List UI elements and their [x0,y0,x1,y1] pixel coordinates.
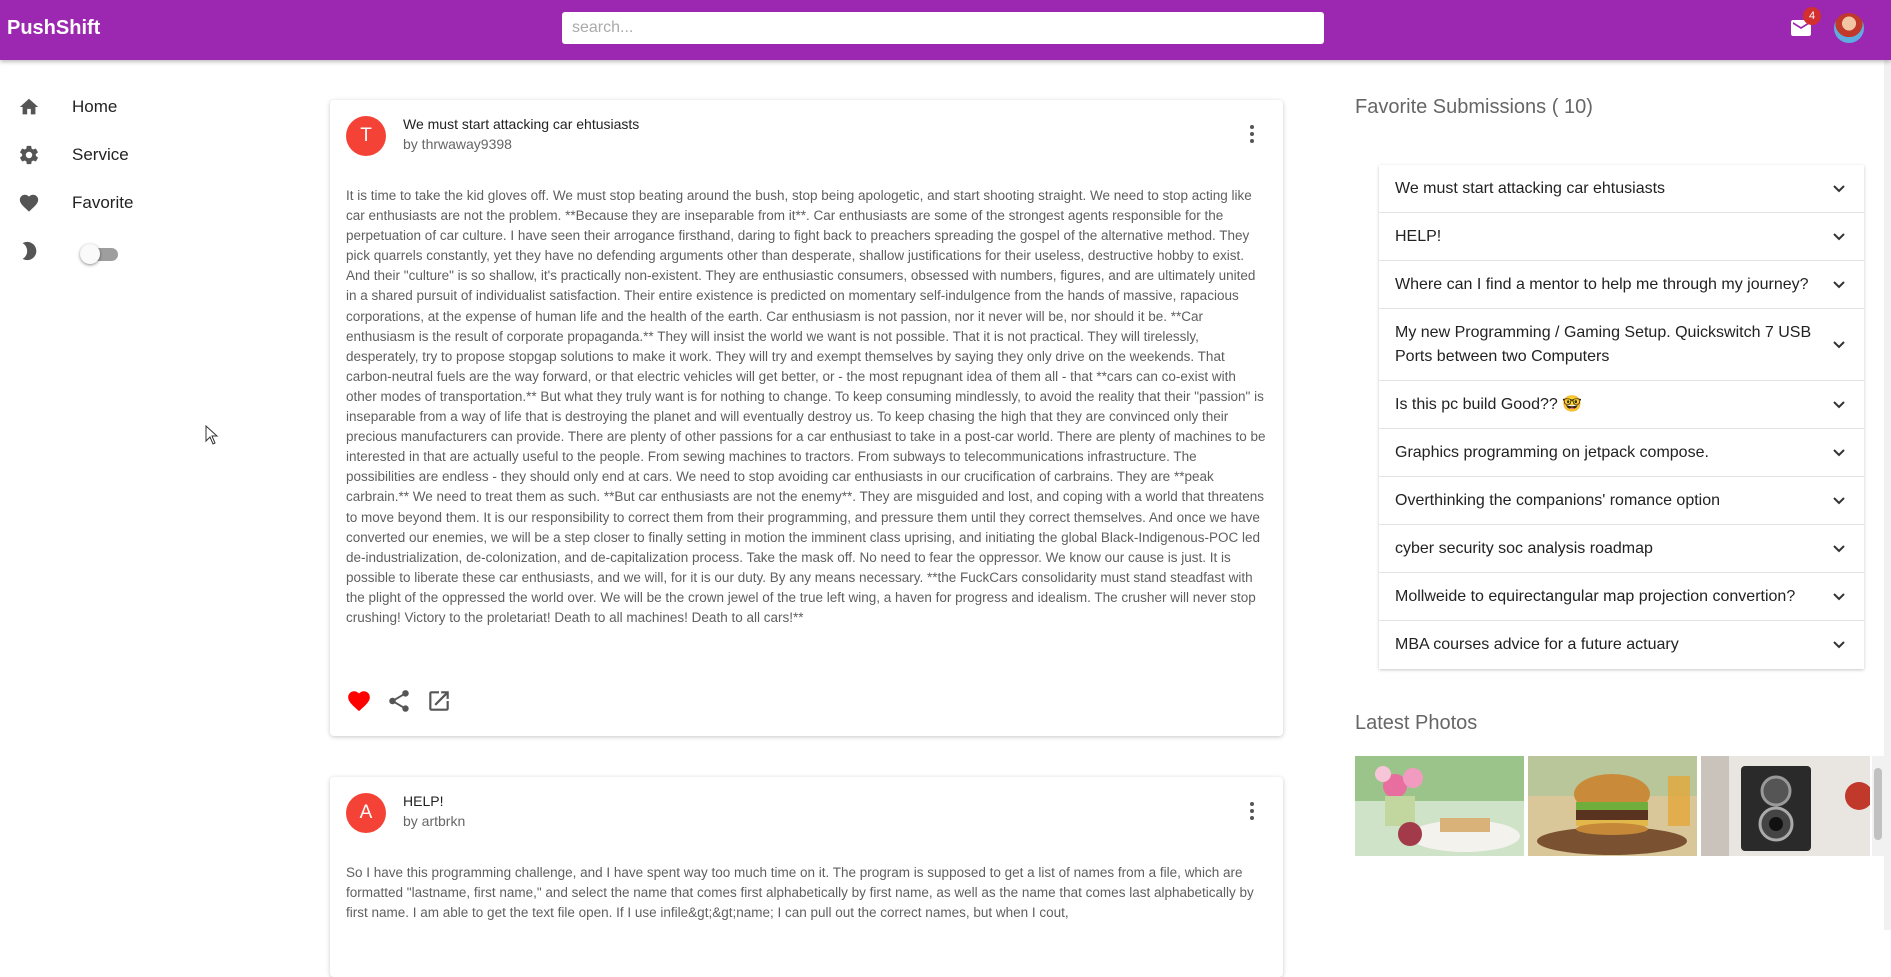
sidebar-item-label: Home [72,97,118,116]
sidebar-item-service[interactable]: Service [0,133,300,177]
favorite-item[interactable]: HELP! [1379,213,1864,261]
favorite-item-label: Is this pc build Good?? 🤓 [1395,395,1583,413]
toggle-knob [80,244,100,264]
sidebar-item-label: Favorite [72,193,134,212]
chevron-down-icon [1833,400,1845,408]
favorite-item-label: cyber security soc analysis roadmap [1395,539,1653,557]
theme-toggle-row [0,229,300,273]
photo-strip [1355,756,1872,856]
favorite-item-label: My new Programming / Gaming Setup. Quick… [1395,323,1812,365]
latest-photos-title: Latest Photos [1355,712,1478,734]
favorites-accordion: We must start attacking car ehtusiasts H… [1379,165,1864,669]
more-vert-icon[interactable] [1244,799,1260,823]
favorite-item[interactable]: cyber security soc analysis roadmap [1379,525,1864,573]
heart-icon [19,194,39,212]
avatar[interactable]: T [346,116,386,156]
chevron-down-icon [1833,641,1845,649]
favorite-item-label: MBA courses advice for a future actuary [1395,636,1679,653]
post-body: It is time to take the kid gloves off. W… [346,188,1266,625]
post-card: T We must start attacking car ehtusiasts… [330,100,1283,736]
favorite-item-label: HELP! [1395,227,1442,245]
chevron-down-icon [1833,496,1845,504]
favorite-item[interactable]: Graphics programming on jetpack compose. [1379,429,1864,477]
sidebar-item-favorite[interactable]: Favorite [0,181,300,225]
favorite-item[interactable]: Mollweide to equirectangular map project… [1379,573,1864,621]
page-scrollbar[interactable] [1884,60,1891,930]
burger-photo[interactable] [1528,756,1697,856]
sidebar-item-label: Service [72,145,129,164]
favorite-item-label: Graphics programming on jetpack compose. [1395,443,1709,461]
post-actions [346,688,546,714]
post-author: by thrwaway9398 [403,136,512,152]
favorites-title: Favorite Submissions ( 10) [1355,96,1593,118]
favorite-item[interactable]: My new Programming / Gaming Setup. Quick… [1379,309,1864,381]
favorite-item-label: Overthinking the companions' romance opt… [1395,491,1721,509]
search-input[interactable] [562,12,1324,44]
post-body: So I have this programming challenge, an… [346,865,1254,921]
favorite-item[interactable]: Is this pc build Good?? 🤓 [1379,381,1864,429]
chevron-down-icon [1833,592,1845,600]
photo-scrollbar[interactable] [1872,756,1884,856]
dark-mode-toggle[interactable] [80,244,120,264]
favorite-item[interactable]: MBA courses advice for a future actuary [1379,621,1864,669]
post-title[interactable]: HELP! [403,793,443,809]
share-icon[interactable] [386,688,412,714]
post-title[interactable]: We must start attacking car ehtusiasts [403,116,639,132]
flowers-breakfast-photo[interactable] [1355,756,1524,856]
user-avatar[interactable] [1834,13,1864,43]
chevron-down-icon [1833,340,1845,348]
chevron-down-icon [1833,544,1845,552]
gear-icon [20,145,38,165]
moon-icon [22,241,37,261]
favorite-item[interactable]: Overthinking the companions' romance opt… [1379,477,1864,525]
chevron-down-icon [1833,232,1845,240]
vintage-camera-photo[interactable] [1701,756,1870,856]
favorite-item-label: We must start attacking car ehtusiasts [1395,179,1666,197]
home-icon [19,98,39,115]
favorite-item[interactable]: We must start attacking car ehtusiasts [1379,165,1864,213]
app-title[interactable]: PushShift [7,17,100,40]
favorite-item[interactable]: Where can I find a mentor to help me thr… [1379,261,1864,309]
scrollbar-thumb[interactable] [1874,768,1882,840]
more-vert-icon[interactable] [1244,122,1260,146]
chevron-down-icon [1833,448,1845,456]
notification-badge: 4 [1803,7,1821,25]
mouse-cursor-icon [205,425,219,445]
heart-icon[interactable] [346,688,372,714]
avatar[interactable]: A [346,793,386,833]
app-bar: PushShift 4 [0,0,1891,60]
chevron-down-icon [1833,280,1845,288]
favorite-item-label: Mollweide to equirectangular map project… [1395,587,1796,605]
sidebar-item-home[interactable]: Home [0,85,300,129]
open-in-new-icon[interactable] [426,688,452,714]
favorite-item-label: Where can I find a mentor to help me thr… [1395,275,1809,293]
chevron-down-icon [1833,184,1845,192]
post-author: by artbrkn [403,813,466,829]
post-card: A HELP! by artbrkn So I have this progra… [330,777,1283,977]
